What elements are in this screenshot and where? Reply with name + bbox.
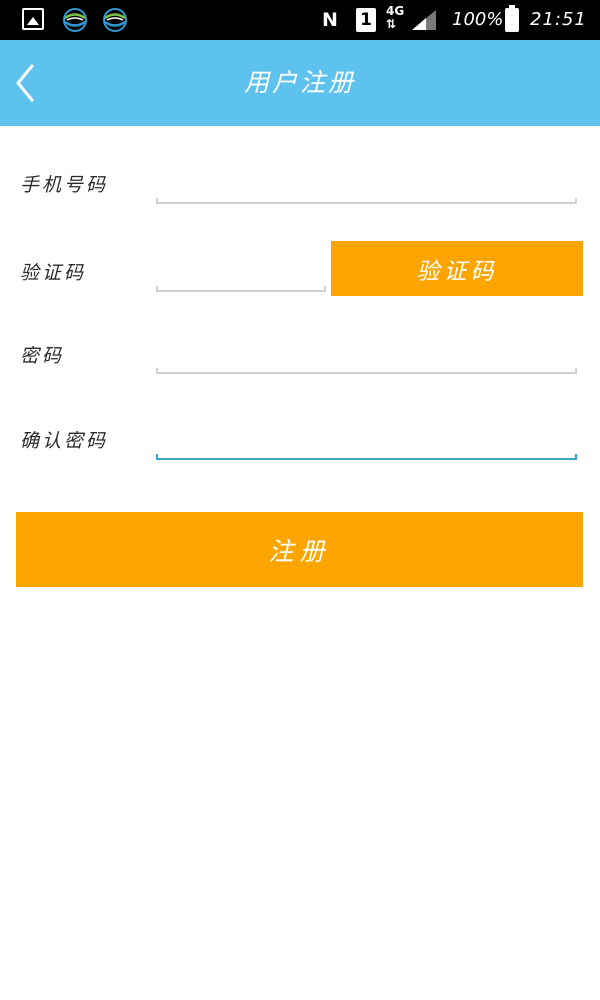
field-edge — [156, 454, 158, 460]
sim-icon: 1 — [356, 8, 376, 32]
nfc-icon: N — [322, 9, 338, 31]
get-code-button[interactable]: 验证码 — [331, 241, 583, 296]
phone-input[interactable] — [156, 168, 577, 204]
field-edge — [324, 286, 326, 292]
clock: 21:51 — [530, 9, 587, 30]
field-edge — [156, 286, 158, 292]
register-button[interactable]: 注册 — [16, 512, 583, 587]
password-label: 密码 — [20, 345, 65, 367]
page-title: 用户注册 — [243, 68, 356, 97]
field-edge — [575, 198, 577, 204]
confirm-password-input[interactable] — [156, 424, 577, 460]
gallery-icon — [22, 8, 44, 30]
password-input[interactable] — [156, 338, 577, 374]
code-input[interactable] — [156, 256, 326, 292]
app-header: 用户注册 — [0, 40, 600, 126]
battery-icon — [505, 5, 519, 32]
field-edge — [156, 198, 158, 204]
code-label: 验证码 — [20, 262, 87, 284]
battery-percent: 100% — [452, 9, 504, 30]
china-mobile-icon — [63, 8, 87, 32]
status-bar: N 1 4G ⇅ 100% 21:51 — [0, 0, 600, 40]
field-edge — [575, 454, 577, 460]
network-4g-icon: 4G ⇅ — [386, 4, 405, 31]
confirm-password-label: 确认密码 — [20, 430, 109, 452]
signal-icon — [412, 10, 436, 30]
back-button[interactable] — [8, 58, 48, 108]
network-label: 4G — [386, 4, 405, 18]
phone-label: 手机号码 — [20, 174, 109, 196]
field-edge — [575, 368, 577, 374]
field-edge — [156, 368, 158, 374]
china-mobile-icon — [103, 8, 127, 32]
chevron-left-icon — [16, 64, 34, 102]
